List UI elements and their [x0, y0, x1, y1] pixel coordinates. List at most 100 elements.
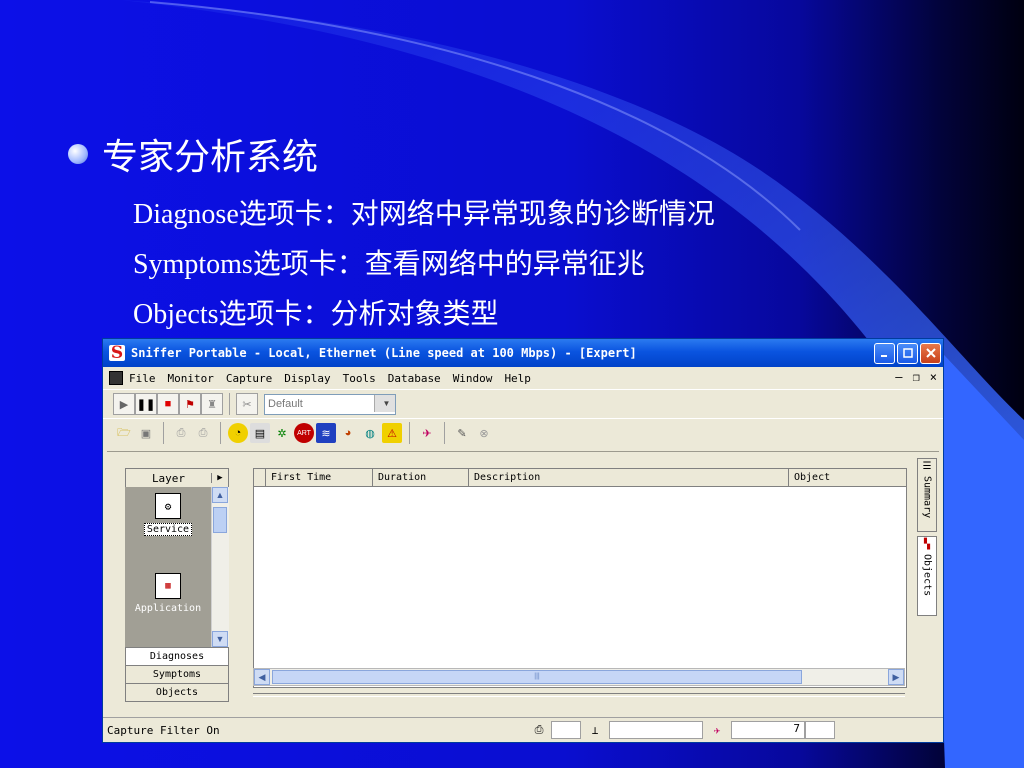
menu-database[interactable]: Database — [388, 372, 441, 385]
status-pane — [551, 721, 581, 739]
stop-icon: ■ — [164, 398, 172, 410]
profile-select-value: Default — [268, 398, 303, 410]
history-button[interactable]: ≋ — [315, 422, 337, 444]
menu-monitor[interactable]: Monitor — [168, 372, 214, 385]
mdi-restore-icon[interactable]: ❐ — [913, 370, 920, 384]
tab-summary-label: Summary — [921, 476, 933, 519]
stop-capture-button[interactable]: ■ — [157, 393, 179, 415]
layer-header[interactable]: Layer ▶ — [125, 468, 229, 488]
menu-help[interactable]: Help — [504, 372, 531, 385]
pie-chart-icon: ◕ — [344, 427, 352, 439]
dashboard-icon: ◔ — [228, 423, 248, 443]
close-button[interactable] — [920, 342, 941, 364]
print-button[interactable]: ⎙ — [170, 422, 192, 444]
application-icon: ▦ — [155, 573, 181, 599]
column-description[interactable]: Description — [469, 469, 789, 486]
print-preview-button[interactable]: ⎙ — [192, 422, 214, 444]
play-icon[interactable]: ▶ — [211, 473, 228, 483]
menu-window[interactable]: Window — [453, 372, 493, 385]
reset-button[interactable]: ⊗ — [473, 422, 495, 444]
layer-item-label: Application — [134, 603, 202, 614]
layer-item-application[interactable]: ▦ Application — [125, 573, 211, 614]
menu-file[interactable]: File — [129, 372, 156, 385]
scroll-thumb[interactable] — [213, 507, 227, 533]
mdi-minimize-icon[interactable]: – — [895, 370, 902, 384]
expert-view: Layer ▶ ⚙ Service ▦ Application ▲ ▼ Diag… — [107, 451, 939, 717]
alarm-count: 7 — [731, 721, 805, 739]
packet-generator-status-icon: ✈ — [713, 723, 721, 737]
column-first-time[interactable]: First Time — [266, 469, 373, 486]
scroll-left-icon[interactable]: ◀ — [254, 669, 270, 685]
title-bar[interactable]: S Sniffer Portable - Local, Ethernet (Li… — [103, 339, 943, 367]
sniffer-window: S Sniffer Portable - Local, Ethernet (Li… — [102, 338, 944, 743]
slide-line-diagnose: Diagnose选项卡：对网络中异常现象的诊断情况 — [133, 199, 715, 230]
maximize-icon — [902, 348, 913, 358]
grid-horizontal-scrollbar[interactable]: ◀ ||| ▶ — [253, 668, 905, 686]
stop-and-display-button[interactable]: ⚑ — [179, 393, 201, 415]
column-duration[interactable]: Duration — [373, 469, 469, 486]
protocol-distribution-button[interactable]: ◕ — [337, 422, 359, 444]
mdi-close-icon[interactable]: × — [930, 370, 937, 384]
packet-generator-icon: ✈ — [422, 427, 432, 440]
menu-capture[interactable]: Capture — [226, 372, 272, 385]
window-title: Sniffer Portable - Local, Ethernet (Line… — [131, 346, 637, 360]
slide-line-objects: Objects选项卡：分析对象类型 — [133, 299, 499, 330]
menu-tools[interactable]: Tools — [343, 372, 376, 385]
art-button[interactable]: ART — [293, 422, 315, 444]
scroll-up-icon[interactable]: ▲ — [212, 487, 228, 503]
layer-item-service[interactable]: ⚙ Service — [125, 493, 211, 536]
tab-summary[interactable]: ☰ Summary — [917, 458, 937, 532]
minimize-button[interactable] — [874, 342, 895, 364]
service-icon: ⚙ — [155, 493, 181, 519]
alarm-icon: ⚠ — [382, 423, 402, 443]
layer-item-label: Service — [143, 523, 193, 536]
address-book-button[interactable]: ✎ — [451, 422, 473, 444]
slide-line-symptoms: Symptoms选项卡：查看网络中的异常征兆 — [133, 249, 645, 280]
pane-divider[interactable] — [253, 693, 905, 697]
binoculars-stop-icon: ⚑ — [185, 398, 195, 411]
tab-objects[interactable]: Objects — [125, 683, 229, 702]
tab-objects-view[interactable]: ▚ Objects — [917, 536, 937, 616]
status-pane — [609, 721, 703, 739]
matrix-icon: ✲ — [277, 427, 287, 440]
dashboard-button[interactable]: ◔ — [227, 422, 249, 444]
save-button[interactable]: ▣ — [135, 422, 157, 444]
status-pane — [805, 721, 835, 739]
chevron-down-icon[interactable]: ▼ — [374, 394, 395, 412]
tab-diagnoses[interactable]: Diagnoses — [125, 647, 229, 666]
layer-header-label: Layer — [151, 471, 186, 485]
scroll-right-icon[interactable]: ▶ — [888, 669, 904, 685]
tab-symptoms[interactable]: Symptoms — [125, 665, 229, 684]
summary-icon: ☰ — [922, 461, 932, 472]
layer-panel: Layer ▶ ⚙ Service ▦ Application ▲ ▼ Diag… — [125, 468, 229, 706]
packet-generator-button[interactable]: ✈ — [416, 422, 438, 444]
document-icon[interactable] — [109, 371, 123, 385]
expert-tabs: Diagnoses Symptoms Objects — [125, 647, 229, 702]
layer-scrollbar[interactable]: ▲ ▼ — [211, 487, 229, 647]
pause-capture-button[interactable]: ❚❚ — [135, 393, 157, 415]
slide-title-text: 专家分析系统 — [102, 137, 319, 178]
alarm-log-button[interactable]: ⚠ — [381, 422, 403, 444]
scroll-thumb[interactable]: ||| — [272, 670, 802, 684]
maximize-button[interactable] — [897, 342, 918, 364]
address-book-icon: ✎ — [457, 427, 467, 440]
folder-open-icon: 🗁 — [117, 426, 131, 439]
open-button[interactable]: 🗁 — [113, 422, 135, 444]
global-statistics-button[interactable]: ◍ — [359, 422, 381, 444]
display-button[interactable]: ♜ — [201, 393, 223, 415]
menu-display[interactable]: Display — [284, 372, 330, 385]
host-table-button[interactable]: ▤ — [249, 422, 271, 444]
profile-select[interactable]: Default ▼ — [264, 393, 396, 415]
scroll-down-icon[interactable]: ▼ — [212, 631, 228, 647]
define-filter-button[interactable]: ✂ — [236, 393, 258, 415]
tab-objects-label: Objects — [921, 554, 933, 597]
binoculars-icon: ♜ — [207, 398, 217, 411]
matrix-button[interactable]: ✲ — [271, 422, 293, 444]
column-object[interactable]: Object — [789, 469, 906, 486]
filter-icon: ✂ — [242, 398, 252, 411]
expert-grid[interactable]: First Time Duration Description Object — [253, 468, 907, 688]
start-capture-button[interactable]: ▶ — [113, 393, 135, 415]
menu-bar: File Monitor Capture Display Tools Datab… — [103, 367, 943, 389]
column-selector[interactable] — [254, 469, 266, 486]
printer-status-icon: ⎙ — [534, 723, 544, 736]
